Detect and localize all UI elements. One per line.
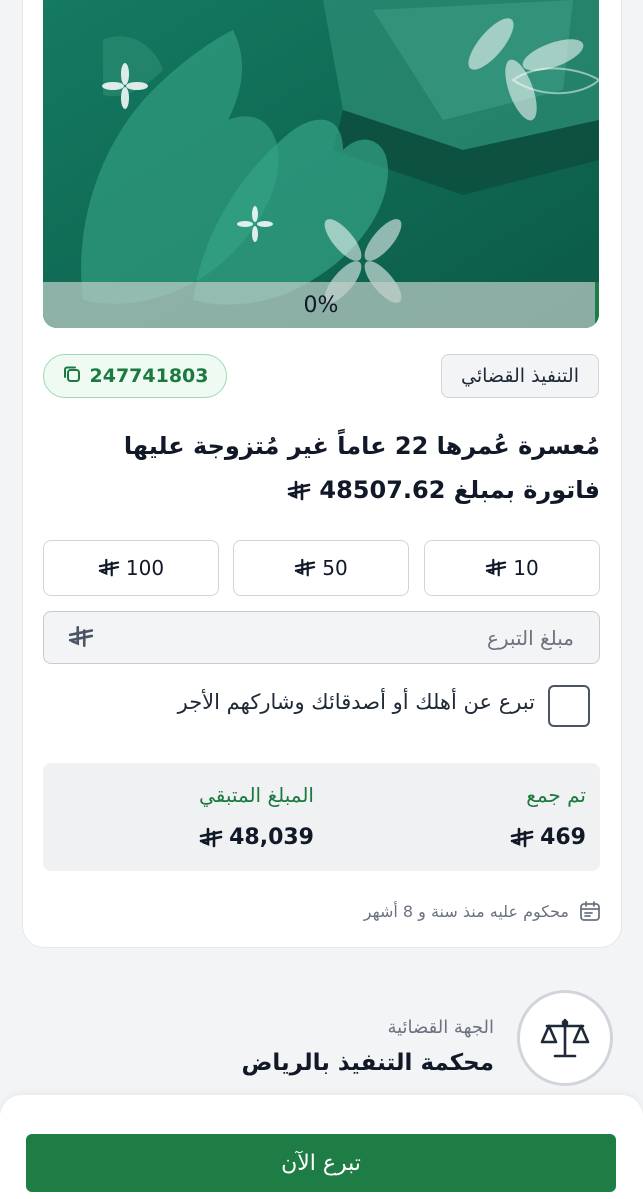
riyal-icon: [486, 558, 507, 577]
riyal-icon: [295, 558, 316, 577]
riyal-icon: [98, 558, 120, 577]
case-number: 247741803: [89, 365, 209, 387]
progress-text: 0%: [303, 292, 339, 318]
case-title-text: مُعسرة عُمرها 22 عاماً غير مُتزوجة عليها…: [123, 432, 600, 504]
scales-icon: [517, 990, 613, 1086]
amount-10-button[interactable]: 10: [424, 540, 600, 596]
riyal-icon: [510, 827, 534, 847]
collected-label: تم جمع: [526, 783, 586, 807]
amount-50-button[interactable]: 50: [233, 540, 409, 596]
case-number-pill[interactable]: 247741803: [43, 354, 227, 398]
ruling-date-text: محكوم عليه منذ سنة و 8 أشهر: [363, 901, 569, 921]
category-label: التنفيذ القضائي: [461, 365, 579, 387]
amount-50-label: 50: [322, 556, 348, 580]
authority-name: محكمة التنفيذ بالرياض: [241, 1050, 494, 1076]
ruling-date: محكوم عليه منذ سنة و 8 أشهر: [364, 900, 601, 922]
remaining-amount: 48,039: [199, 825, 314, 850]
remaining-label: المبلغ المتبقي: [199, 783, 314, 807]
donate-now-button[interactable]: تبرع الآن: [26, 1134, 616, 1192]
donation-amount-field[interactable]: [43, 611, 600, 664]
collected-value: 469: [540, 825, 586, 850]
remaining-value: 48,039: [229, 825, 314, 850]
progress-indicator: [595, 282, 599, 328]
amount-10-label: 10: [513, 556, 539, 580]
donation-amount-input[interactable]: [94, 612, 576, 664]
authority-label: الجهة القضائية: [387, 1017, 494, 1038]
case-title: مُعسرة عُمرها 22 عاماً غير مُتزوجة عليها…: [40, 424, 600, 512]
amount-100-button[interactable]: 100: [43, 540, 219, 596]
hero-illustration: [43, 0, 599, 328]
riyal-icon: [199, 827, 223, 847]
amount-100-label: 100: [125, 556, 165, 580]
copy-icon[interactable]: [62, 364, 82, 389]
case-image: 0%: [43, 0, 599, 328]
riyal-icon: [287, 480, 311, 501]
category-badge: التنفيذ القضائي: [441, 354, 599, 398]
progress-bar: 0%: [43, 282, 599, 328]
calendar-icon: [580, 901, 600, 921]
riyal-icon: [68, 625, 94, 647]
donation-stats: تم جمع 469 المبلغ المتبقي 48,039: [43, 763, 600, 871]
gift-checkbox-label[interactable]: تبرع عن أهلك أو أصدقائك وشاركهم الأجر: [178, 690, 535, 714]
gift-checkbox[interactable]: [548, 685, 590, 727]
collected-amount: 469: [510, 825, 586, 850]
